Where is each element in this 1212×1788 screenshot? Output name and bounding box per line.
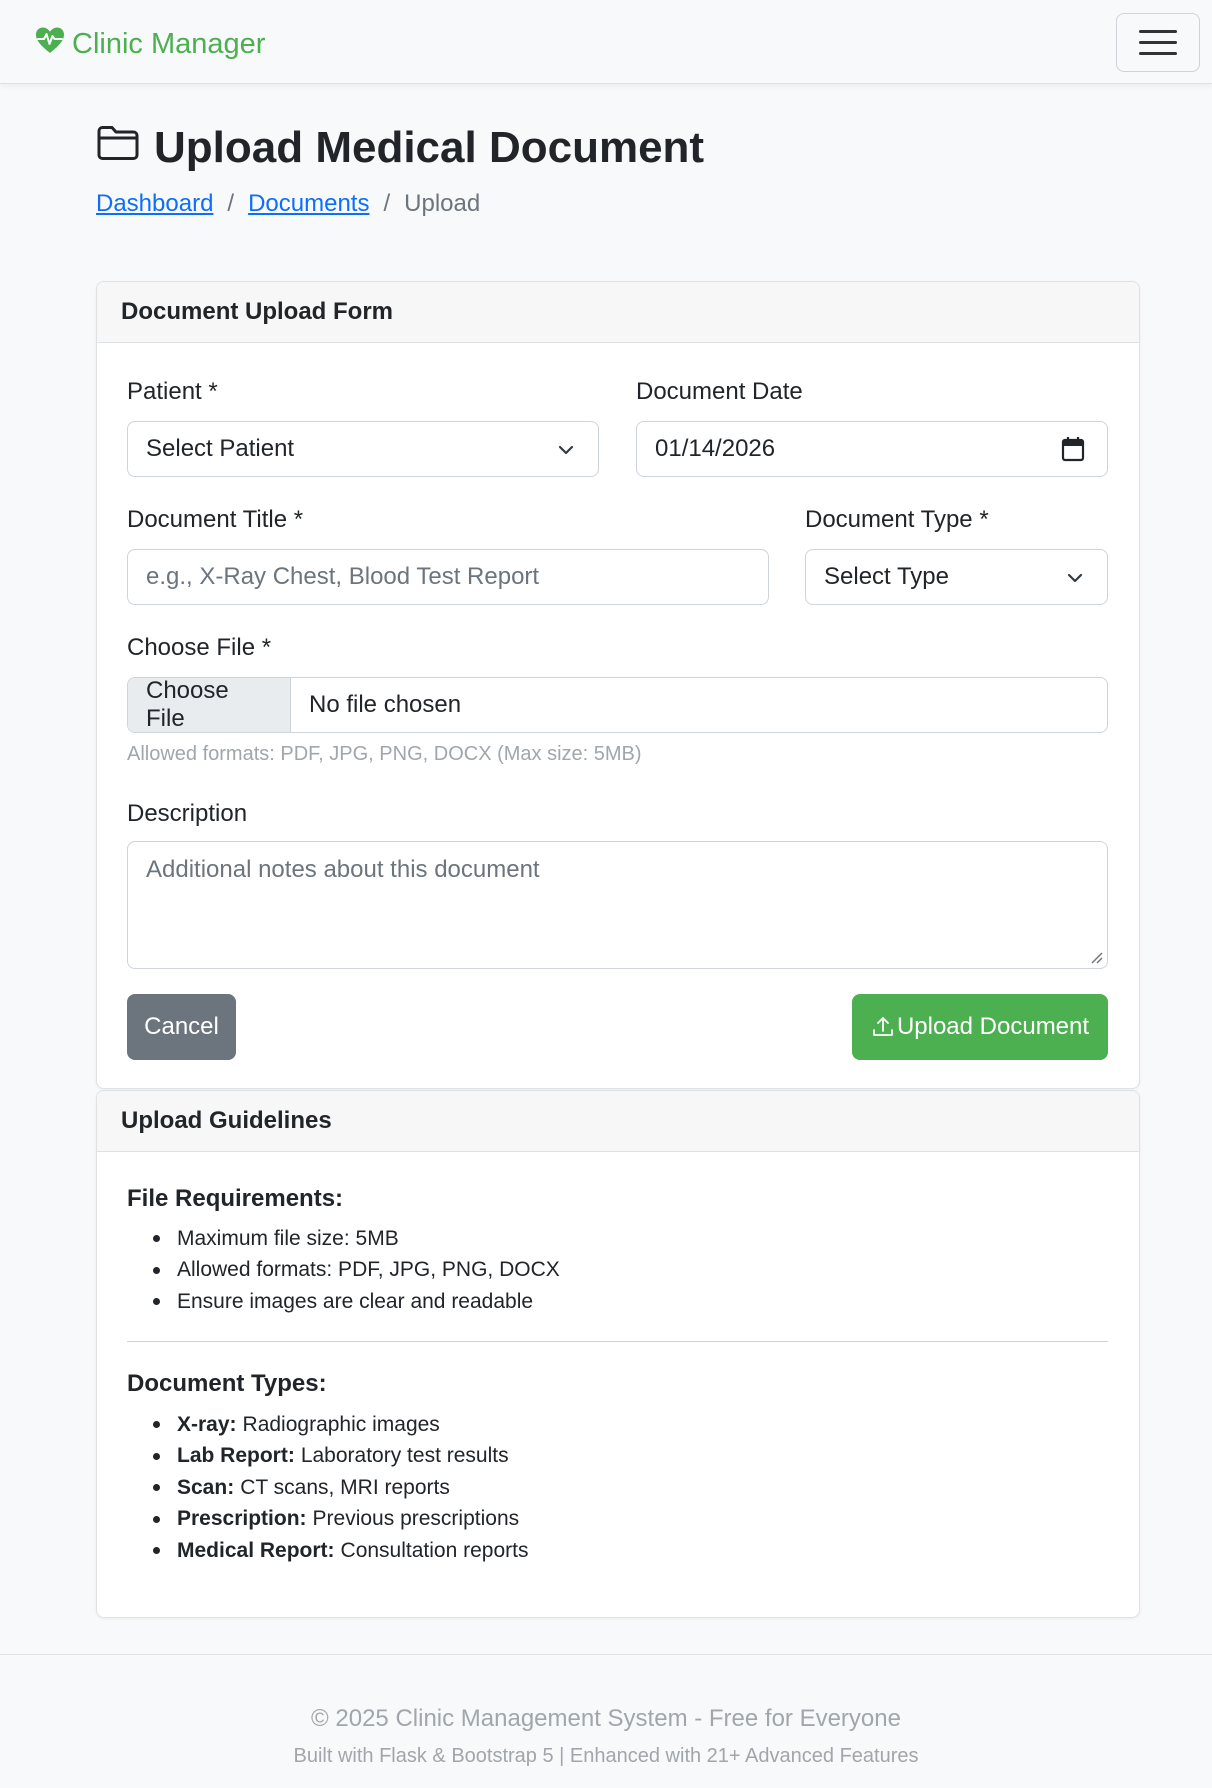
patient-select[interactable]: Select Patient <box>127 421 599 477</box>
choose-file-label: Choose File * <box>127 634 272 661</box>
upload-form-card: Document Upload Form Patient * Select Pa… <box>96 281 1140 1089</box>
document-date-input[interactable]: 01/14/2026 <box>636 421 1108 477</box>
list-item: Prescription: Previous prescriptions <box>153 1504 528 1536</box>
page-title-text: Upload Medical Document <box>154 122 705 172</box>
description-placeholder: Additional notes about this document <box>146 856 540 883</box>
footer: © 2025 Clinic Management System - Free f… <box>0 1654 1212 1788</box>
footer-credits: Built with Flask & Bootstrap 5 | Enhance… <box>293 1745 919 1767</box>
document-type-select[interactable]: Select Type <box>805 549 1108 605</box>
breadcrumb-current: Upload <box>404 190 481 217</box>
page-title: Upload Medical Document <box>96 122 704 173</box>
upload-document-label: Upload Document <box>896 1013 1090 1040</box>
breadcrumb-separator: / <box>227 190 235 217</box>
doc-type-term: Prescription: <box>177 1507 307 1531</box>
document-type-label: Document Type * <box>805 506 989 533</box>
breadcrumb-dashboard-link[interactable]: Dashboard <box>96 190 213 218</box>
brand-link[interactable]: Clinic Manager <box>34 24 265 64</box>
hamburger-icon <box>1139 30 1177 33</box>
breadcrumb-documents-link[interactable]: Documents <box>248 190 369 218</box>
breadcrumb: Dashboard / Documents / Upload <box>96 190 480 218</box>
divider <box>127 1341 1108 1342</box>
list-item: Medical Report: Consultation reports <box>153 1535 528 1567</box>
document-type-value: Select Type <box>824 563 949 590</box>
list-item: Ensure images are clear and readable <box>153 1286 560 1318</box>
list-item-text: Ensure images are clear and readable <box>177 1289 534 1313</box>
hamburger-line <box>1139 52 1177 55</box>
doc-type-desc: Consultation reports <box>340 1538 529 1562</box>
document-types-heading: Document Types: <box>127 1370 327 1397</box>
description-label: Description <box>127 800 248 827</box>
chevron-down-icon <box>1067 573 1083 583</box>
document-title-input[interactable]: e.g., X-Ray Chest, Blood Test Report <box>127 549 769 605</box>
brand-label: Clinic Manager <box>72 27 266 60</box>
chevron-down-icon <box>558 445 574 455</box>
list-item: Scan: CT scans, MRI reports <box>153 1472 528 1504</box>
hamburger-line <box>1139 41 1177 44</box>
doc-type-term: Scan: <box>177 1475 235 1499</box>
navbar-toggler-button[interactable] <box>1116 13 1200 72</box>
file-requirements-list: Maximum file size: 5MB Allowed formats: … <box>153 1223 560 1318</box>
breadcrumb-separator: / <box>383 190 391 217</box>
resize-handle-icon[interactable] <box>1089 950 1103 964</box>
list-item: Allowed formats: PDF, JPG, PNG, DOCX <box>153 1255 560 1287</box>
footer-copyright: © 2025 Clinic Management System - Free f… <box>311 1705 901 1732</box>
cancel-button[interactable]: Cancel <box>127 994 236 1060</box>
choose-file-button[interactable]: Choose File <box>128 678 291 732</box>
description-textarea[interactable]: Additional notes about this document <box>127 841 1108 969</box>
document-date-label: Document Date <box>636 378 803 405</box>
doc-type-desc: Laboratory test results <box>300 1444 509 1468</box>
patient-select-value: Select Patient <box>146 435 295 462</box>
list-item-text: Maximum file size: 5MB <box>177 1226 399 1250</box>
upload-document-button[interactable]: Upload Document <box>852 994 1108 1060</box>
doc-type-term: X-ray: <box>177 1412 237 1436</box>
doc-type-term: Medical Report: <box>177 1538 335 1562</box>
file-requirements-heading: File Requirements: <box>127 1185 344 1212</box>
list-item: X-ray: Radiographic images <box>153 1409 528 1441</box>
heart-pulse-icon <box>34 24 66 64</box>
upload-guidelines-card: Upload Guidelines File Requirements: Max… <box>96 1090 1140 1618</box>
doc-type-desc: Previous prescriptions <box>312 1507 520 1531</box>
card-header-upload-form: Document Upload Form <box>97 282 1139 343</box>
card-header-guidelines: Upload Guidelines <box>97 1091 1139 1152</box>
list-item-text: Allowed formats: PDF, JPG, PNG, DOCX <box>177 1258 560 1282</box>
file-status: No file chosen <box>309 691 462 718</box>
folder-icon <box>96 122 140 173</box>
doc-type-term: Lab Report: <box>177 1444 295 1468</box>
file-format-hint: Allowed formats: PDF, JPG, PNG, DOCX (Ma… <box>127 743 642 765</box>
list-item: Lab Report: Laboratory test results <box>153 1441 528 1473</box>
document-title-label: Document Title * <box>127 506 304 533</box>
patient-label: Patient * <box>127 378 218 405</box>
doc-type-desc: Radiographic images <box>242 1412 440 1436</box>
upload-icon <box>873 1017 893 1036</box>
doc-type-desc: CT scans, MRI reports <box>240 1475 450 1499</box>
navbar: Clinic Manager <box>0 0 1212 84</box>
file-input[interactable]: Choose File No file chosen <box>127 677 1108 733</box>
calendar-icon[interactable] <box>1061 436 1085 462</box>
document-types-list: X-ray: Radiographic images Lab Report: Lab… <box>153 1409 528 1567</box>
document-title-placeholder: e.g., X-Ray Chest, Blood Test Report <box>146 563 540 590</box>
list-item: Maximum file size: 5MB <box>153 1223 560 1255</box>
document-date-value: 01/14/2026 <box>655 435 776 462</box>
